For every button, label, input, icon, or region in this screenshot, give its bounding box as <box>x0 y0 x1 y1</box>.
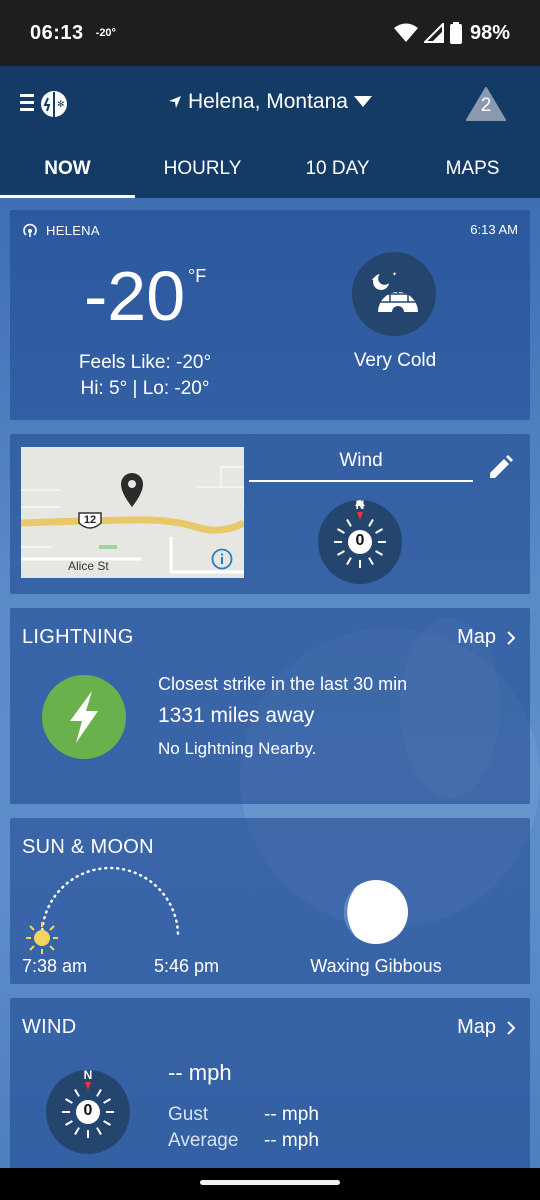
battery-percent: 98% <box>469 21 510 44</box>
sunset-time: 5:46 pm <box>154 956 220 976</box>
wifi-icon <box>393 23 418 42</box>
battery-icon <box>449 22 462 44</box>
station-label: HELENA <box>22 222 100 238</box>
hi-lo: Hi: 5° | Lo: -20° <box>80 378 210 399</box>
sun-moon-title: SUN & MOON <box>22 836 154 858</box>
alert-count: 2 <box>480 95 492 116</box>
status-time: 06:13 <box>30 21 84 44</box>
gust-label: Gust <box>168 1104 209 1125</box>
igloo-moon-icon: ✦ ✦ <box>371 271 418 312</box>
strike-distance: 1331 miles away <box>158 704 315 727</box>
wind-tab-label[interactable]: Wind <box>249 450 473 482</box>
signal-icon <box>423 23 444 43</box>
moon-phase-icon <box>343 880 408 944</box>
wind-title: WIND <box>22 1016 77 1038</box>
street-label: Alice St <box>68 559 109 573</box>
compass-tick <box>375 550 384 556</box>
info-icon[interactable] <box>211 548 233 570</box>
sunrise-time: 7:38 am <box>22 956 88 976</box>
compass-tick <box>74 1127 80 1136</box>
svg-text:✦: ✦ <box>392 271 397 278</box>
compass-north-label: N <box>355 498 365 512</box>
tab-maps[interactable]: MAPS <box>405 152 540 198</box>
compass-tick <box>74 1088 80 1097</box>
location-pin-icon <box>121 473 143 507</box>
current-conditions-card[interactable]: HELENA 6:13 AM -20 °F Feels Like: -20° H… <box>10 210 530 420</box>
sun-icon <box>26 922 58 954</box>
compass-tick <box>346 557 352 566</box>
condition-text: Very Cold <box>353 350 437 371</box>
gust-value: -- mph <box>264 1104 319 1125</box>
compass-tick <box>64 1120 73 1126</box>
wind-compass: N 0 <box>46 1068 130 1154</box>
lightning-bolt-icon <box>70 691 98 743</box>
chevron-right-icon <box>507 1020 516 1035</box>
route-number: 12 <box>83 514 97 526</box>
location-name: Helena, Montana <box>188 90 348 113</box>
feels-like: Feels Like: -20° <box>78 352 212 373</box>
tab-now[interactable]: NOW <box>0 152 135 198</box>
compass-tick <box>336 550 345 556</box>
wind-card[interactable]: WIND Map N 0 -- mph Gust -- mph Average … <box>10 998 530 1168</box>
chevron-right-icon <box>507 630 516 645</box>
navigation-arrow-icon <box>169 96 182 108</box>
compass-tick <box>96 1088 102 1097</box>
alerts-button[interactable]: 2 <box>466 86 506 122</box>
current-temperature: -20 <box>84 257 186 335</box>
edit-pencil-icon[interactable] <box>486 454 514 482</box>
location-selector[interactable]: Helena, Montana <box>0 90 540 114</box>
compass-tick <box>103 1120 112 1126</box>
lightning-map-label: Map <box>457 626 496 648</box>
svg-text:✦: ✦ <box>371 276 377 284</box>
wind-compass-small: N 0 <box>318 498 402 584</box>
compass-tick <box>368 518 374 527</box>
average-value: -- mph <box>264 1130 319 1151</box>
lightning-card[interactable]: LIGHTNING Map Closest strike in the last… <box>10 608 530 804</box>
lightning-status: No Lightning Nearby. <box>158 739 317 758</box>
observation-time: 6:13 AM <box>470 222 518 237</box>
compass-tick <box>346 518 352 527</box>
compass-value: 0 <box>83 1102 93 1119</box>
condition-icon-circle: ✦ ✦ <box>352 252 436 336</box>
wind-speed: -- mph <box>168 1060 232 1085</box>
chevron-down-icon <box>353 96 372 107</box>
compass-value: 0 <box>355 532 365 549</box>
compass-north-label: N <box>83 1068 93 1082</box>
moon-phase: Waxing Gibbous <box>310 956 442 976</box>
wind-map-link[interactable]: Map <box>457 1016 516 1039</box>
app-header: ✻ Helena, Montana 2 NOW HOURLY 10 DAY MA… <box>0 66 540 198</box>
tab-hourly[interactable]: HOURLY <box>135 152 270 198</box>
status-bar: 06:13 -20° 98% <box>0 0 540 66</box>
broadcast-icon <box>23 223 37 237</box>
main-content[interactable]: HELENA 6:13 AM -20 °F Feels Like: -20° H… <box>0 198 540 1168</box>
system-nav-bar <box>0 1168 540 1200</box>
station-name: HELENA <box>46 222 100 238</box>
sun-moon-card[interactable]: SUN & MOON 7:38 am 5:46 pm Waxing Gibbou… <box>10 818 530 984</box>
compass-tick <box>96 1127 102 1136</box>
lightning-title: LIGHTNING <box>22 626 134 648</box>
feels-like-block: Feels Like: -20° Hi: 5° | Lo: -20° <box>10 350 280 402</box>
temperature-unit: °F <box>188 266 207 286</box>
map-wind-card[interactable]: 12 Alice St Wind N 0 <box>10 434 530 594</box>
home-gesture-bar[interactable] <box>200 1180 340 1185</box>
average-label: Average <box>168 1130 239 1151</box>
location-minimap[interactable]: 12 Alice St <box>21 447 244 578</box>
lightning-map-link[interactable]: Map <box>457 626 516 649</box>
tab-10-day[interactable]: 10 DAY <box>270 152 405 198</box>
tab-bar: NOW HOURLY 10 DAY MAPS <box>0 152 540 198</box>
compass-tick <box>368 557 374 566</box>
lightning-icon-circle <box>42 675 126 759</box>
status-temp: -20° <box>95 27 116 39</box>
wind-map-label: Map <box>457 1016 496 1038</box>
closest-strike-label: Closest strike in the last 30 min <box>158 674 408 694</box>
